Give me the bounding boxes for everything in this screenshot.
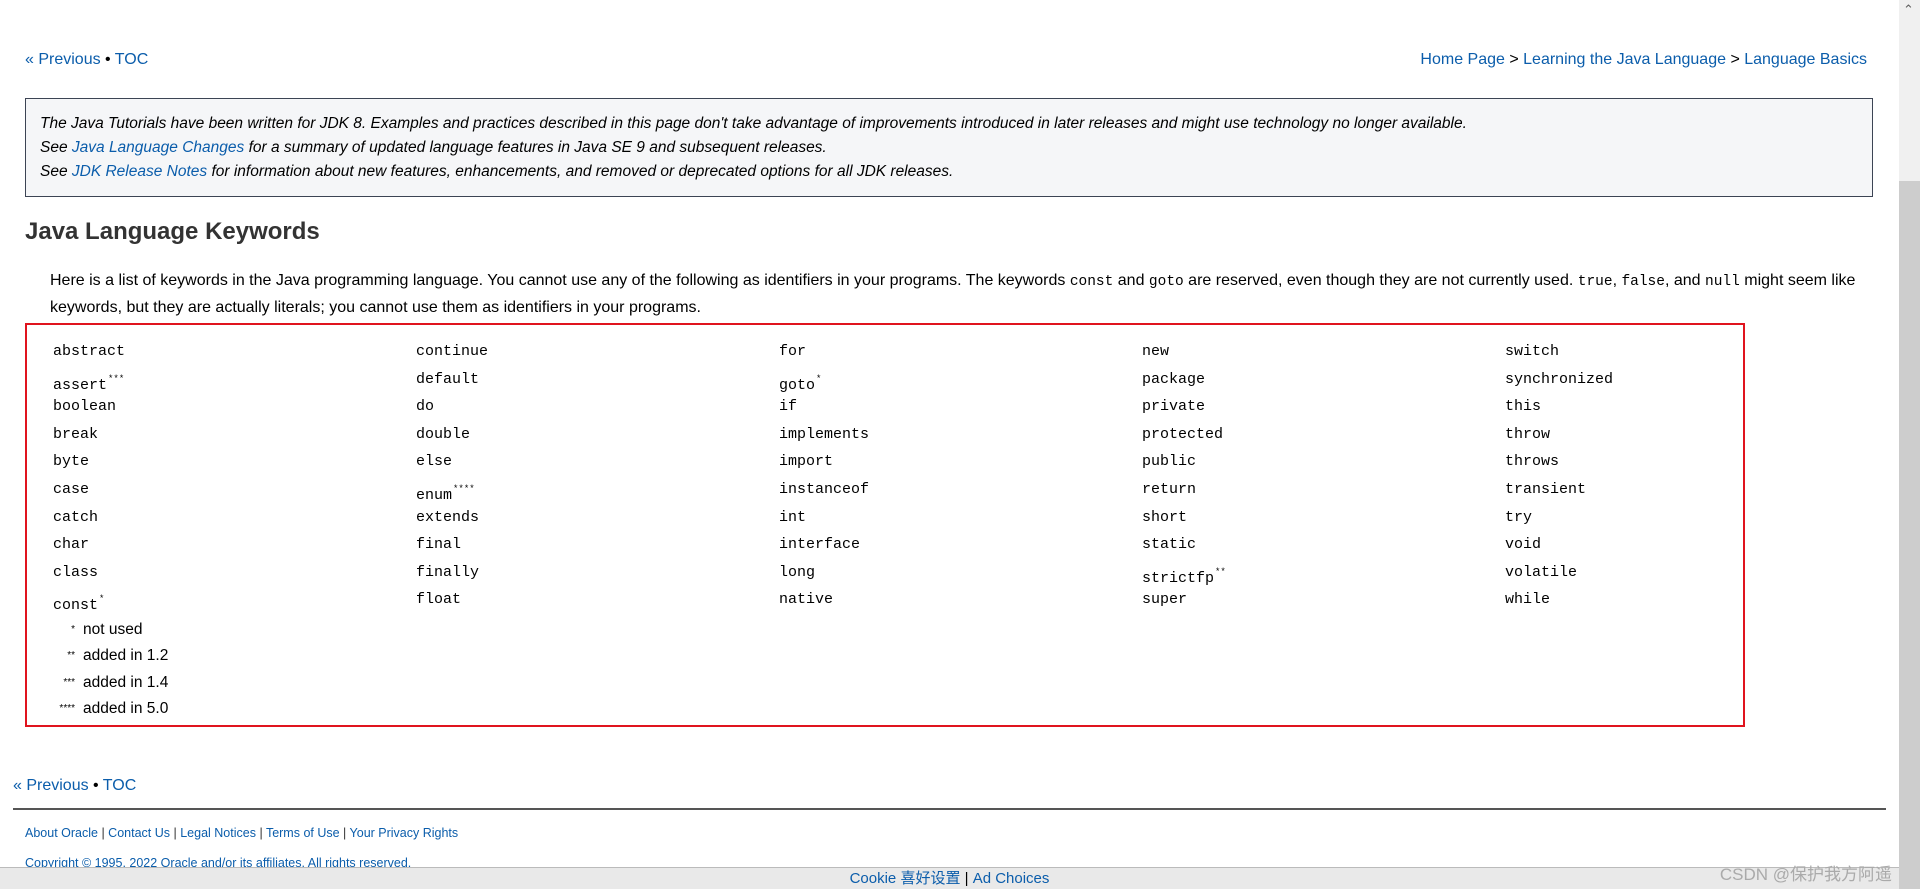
legend-item: ** added in 1.2 xyxy=(67,647,169,665)
keyword-cell: native xyxy=(779,591,834,609)
keyword-cell: class xyxy=(53,563,99,581)
keyword-cell: interface xyxy=(779,536,861,554)
keyword-cell: try xyxy=(1505,508,1533,526)
keyword-cell: implements xyxy=(779,425,870,443)
keyword-cell: finally xyxy=(416,563,480,581)
scrollbar-thumb[interactable] xyxy=(1899,181,1920,889)
separator: • xyxy=(100,51,115,68)
keyword-cell: instanceof xyxy=(779,480,870,498)
keyword-cell: do xyxy=(416,398,435,416)
keyword-cell: default xyxy=(416,370,480,388)
keyword-cell: int xyxy=(779,508,807,526)
contact-us-link[interactable]: Contact Us xyxy=(108,826,170,840)
keyword-cell: strictfp** xyxy=(1142,566,1226,587)
keywords-table: abstract continue for new switch assert*** def… xyxy=(25,323,1745,727)
keyword-cell: import xyxy=(779,453,834,471)
keyword-cell: while xyxy=(1505,591,1551,609)
keyword-cell: new xyxy=(1142,343,1170,360)
legend-item: * not used xyxy=(71,620,143,638)
keyword-cell: this xyxy=(1505,398,1542,416)
java-language-changes-link[interactable]: Java Language Changes xyxy=(72,139,244,156)
keyword-cell: private xyxy=(1142,398,1206,416)
keyword-cell: return xyxy=(1142,480,1197,498)
notice-line: See Java Language Changes for a summary … xyxy=(40,139,827,156)
cookie-bar: Cookie 喜好设置 | Ad Choices xyxy=(0,867,1899,889)
jdk-release-notes-link[interactable]: JDK Release Notes xyxy=(72,163,207,180)
keyword-cell: synchronized xyxy=(1505,370,1614,388)
keyword-cell: extends xyxy=(416,508,480,526)
keyword-cell: throw xyxy=(1505,425,1551,443)
keyword-cell: super xyxy=(1142,591,1188,609)
keyword-cell: void xyxy=(1505,536,1542,554)
legend-item: *** added in 1.4 xyxy=(63,673,169,691)
keyword-cell: catch xyxy=(53,508,99,526)
keyword-cell: float xyxy=(416,591,462,609)
notice-line: See JDK Release Notes for information ab… xyxy=(40,163,954,180)
keyword-cell: continue xyxy=(416,343,489,360)
intro-paragraph: Here is a list of keywords in the Java p… xyxy=(50,272,1856,316)
scroll-up-icon[interactable]: ⌃ xyxy=(1903,2,1914,18)
legend: * not used ** added in 1.2 *** added in 1.4 **… xyxy=(53,617,1743,723)
keyword-cell: abstract xyxy=(53,343,126,360)
footnote-marker: **** xyxy=(453,483,475,494)
legend-item: **** added in 5.0 xyxy=(59,700,169,718)
top-nav: « Previous • TOC xyxy=(25,51,148,69)
keyword-cell: long xyxy=(779,563,816,581)
keyword-cell: transient xyxy=(1505,480,1587,498)
keyword-cell: if xyxy=(779,398,798,416)
breadcrumb-basics[interactable]: Language Basics xyxy=(1744,51,1867,68)
breadcrumb: Home Page > Learning the Java Language >… xyxy=(1420,51,1867,69)
previous-link[interactable]: « Previous xyxy=(25,51,101,68)
keyword-cell: case xyxy=(53,480,90,498)
keyword-cell: const* xyxy=(53,594,105,615)
jdk-notice: The Java Tutorials have been written for… xyxy=(25,98,1873,197)
keyword-cell: throws xyxy=(1505,453,1560,471)
keyword-cell: for xyxy=(779,343,807,360)
keyword-cell: assert*** xyxy=(53,373,125,394)
keyword-cell: static xyxy=(1142,536,1197,554)
keyword-cell: volatile xyxy=(1505,563,1578,581)
toc-link[interactable]: TOC xyxy=(115,51,148,68)
bottom-nav: « Previous • TOC xyxy=(13,777,137,794)
legal-notices-link[interactable]: Legal Notices xyxy=(180,826,256,840)
toc-link[interactable]: TOC xyxy=(103,777,136,794)
footnote-marker: *** xyxy=(108,373,125,384)
keyword-cell: protected xyxy=(1142,425,1224,443)
separator: > xyxy=(1504,51,1524,68)
keyword-cell: char xyxy=(53,536,90,554)
keyword-cell: final xyxy=(416,536,462,554)
cookie-preferences-link[interactable]: Cookie 喜好设置 xyxy=(850,870,961,887)
keyword-cell: else xyxy=(416,453,453,471)
keyword-cell: switch xyxy=(1505,343,1560,360)
keyword-cell: byte xyxy=(53,453,90,471)
keyword-cell: enum**** xyxy=(416,483,475,504)
previous-link[interactable]: « Previous xyxy=(13,777,89,794)
watermark: CSDN @保护我方阿遥 xyxy=(1719,865,1892,884)
privacy-rights-link[interactable]: Your Privacy Rights xyxy=(350,826,459,840)
keyword-cell: public xyxy=(1142,453,1197,471)
notice-line: The Java Tutorials have been written for… xyxy=(40,115,1467,132)
keyword-cell: break xyxy=(53,425,99,443)
keyword-cell: short xyxy=(1142,508,1188,526)
keyword-cell: boolean xyxy=(53,398,117,416)
breadcrumb-learning[interactable]: Learning the Java Language xyxy=(1523,51,1726,68)
keyword-cell: double xyxy=(416,425,471,443)
page-title: Java Language Keywords xyxy=(25,218,320,245)
keyword-cell: goto* xyxy=(779,373,822,394)
footnote-marker: * xyxy=(99,594,105,605)
keyword-cell: package xyxy=(1142,370,1206,388)
footnote-marker: ** xyxy=(1215,566,1226,577)
divider xyxy=(13,808,1886,810)
footer-links: About Oracle | Contact Us | Legal Notice… xyxy=(25,826,459,840)
ad-choices-link[interactable]: Ad Choices xyxy=(973,870,1050,887)
keywords-grid: abstract continue for new switch assert*** def… xyxy=(53,338,1743,614)
separator: > xyxy=(1726,51,1745,68)
footnote-marker: * xyxy=(816,373,822,384)
breadcrumb-home[interactable]: Home Page xyxy=(1420,51,1505,68)
terms-of-use-link[interactable]: Terms of Use xyxy=(266,826,340,840)
about-oracle-link[interactable]: About Oracle xyxy=(25,826,98,840)
